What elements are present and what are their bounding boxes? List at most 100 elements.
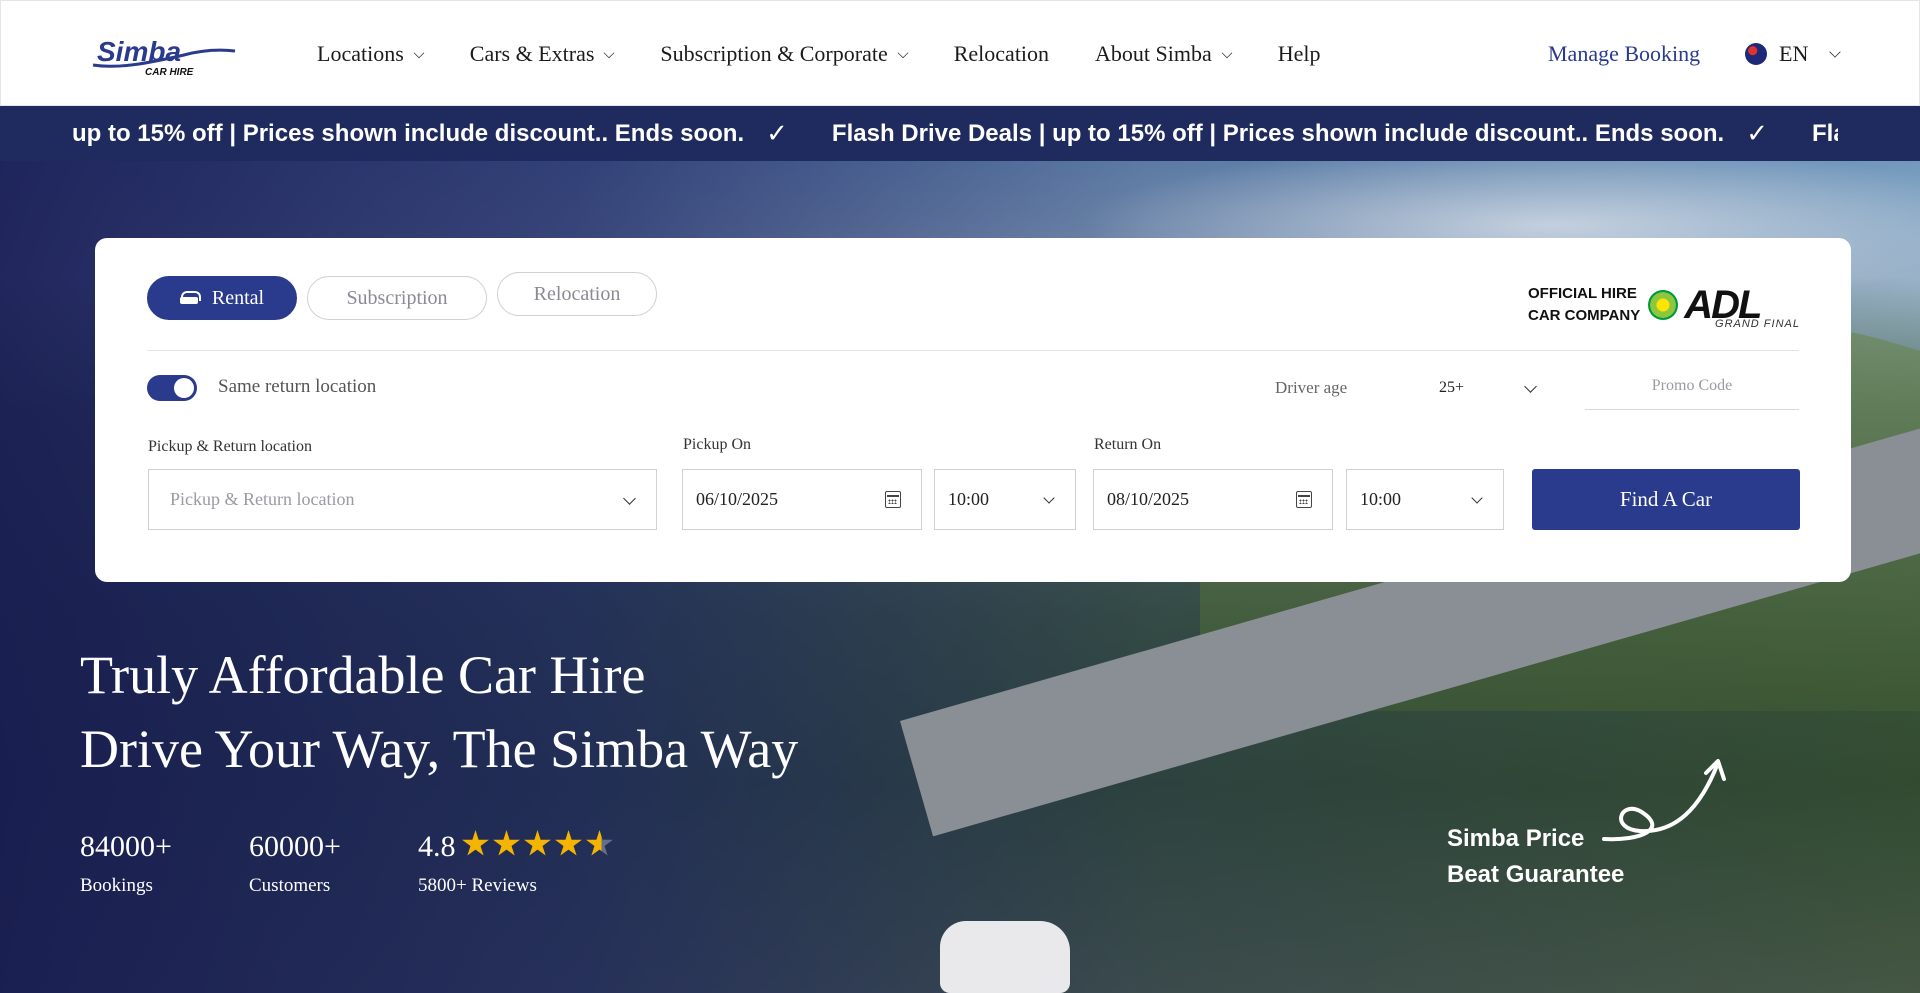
ticker-track: up to 15% off | Prices shown include dis… xyxy=(72,106,1838,161)
nav-relocation[interactable]: Relocation xyxy=(954,41,1049,67)
ticker-content: up to 15% off | Prices shown include dis… xyxy=(72,106,1838,161)
svg-text:CAR HIRE: CAR HIRE xyxy=(145,67,194,78)
manage-booking-link[interactable]: Manage Booking xyxy=(1548,41,1700,67)
rating-number: 4.8 xyxy=(418,830,456,863)
same-return-label: Same return location xyxy=(218,376,377,397)
driver-age-select[interactable]: 25+ xyxy=(1439,368,1549,408)
ticker-segment: up to 15% off | Prices shown include dis… xyxy=(72,119,745,147)
nav-about-simba[interactable]: About Simba xyxy=(1095,41,1233,67)
background-car xyxy=(940,921,1070,993)
main-nav: Locations Cars & Extras Subscription & C… xyxy=(317,1,1367,107)
nav-help[interactable]: Help xyxy=(1278,41,1321,67)
chevron-down-icon xyxy=(413,47,425,58)
booking-type-tabs: Rental Subscription Relocation xyxy=(147,272,667,320)
nav-locations[interactable]: Locations xyxy=(317,41,425,67)
stat-reviews-label: 5800+ Reviews xyxy=(418,875,537,896)
chevron-down-icon xyxy=(1221,47,1233,58)
bp-logo-icon xyxy=(1648,290,1679,320)
nav-cars-extras[interactable]: Cars & Extras xyxy=(470,41,615,67)
calendar-icon xyxy=(885,491,901,508)
adl-wordmark: ADL xyxy=(1684,283,1762,327)
toggle-knob xyxy=(174,378,194,398)
pickup-date-value: 06/10/2025 xyxy=(696,489,779,509)
sponsor-line-1: OFFICIAL HIRE xyxy=(1528,285,1637,302)
promo-code-input[interactable]: Promo Code xyxy=(1585,362,1799,410)
half-star-icon xyxy=(586,830,613,856)
return-time-select[interactable]: 10:00 xyxy=(1346,469,1504,530)
nav-locations-label: Locations xyxy=(317,41,404,66)
return-time-value: 10:00 xyxy=(1360,489,1402,509)
guarantee-line-1: Simba Price xyxy=(1447,825,1585,852)
tab-relocation[interactable]: Relocation xyxy=(497,272,657,316)
chevron-down-icon xyxy=(897,47,909,58)
pickup-time-select[interactable]: 10:00 xyxy=(934,469,1076,530)
stat-bookings: 84000+ Bookings xyxy=(80,829,172,897)
car-icon xyxy=(179,291,201,305)
pickup-return-location-select[interactable]: Pickup & Return location xyxy=(148,469,657,530)
hero-headline-2: Drive Your Way, The Simba Way xyxy=(80,719,799,779)
stat-bookings-label: Bookings xyxy=(80,875,153,896)
star-icon xyxy=(555,830,582,856)
sponsor-line-2: CAR COMPANY xyxy=(1528,307,1641,324)
ticker-segment: Flash Drive Deals | up to 15% off | Pric… xyxy=(1811,119,1838,147)
stat-customers-value: 60000+ xyxy=(249,830,341,863)
chevron-down-icon xyxy=(1471,492,1483,504)
return-label: Return On xyxy=(1094,436,1162,453)
guarantee-line-2: Beat Guarantee xyxy=(1447,861,1625,888)
nav-help-label: Help xyxy=(1277,41,1321,66)
check-icon: ✓ xyxy=(1746,118,1768,148)
stat-rating[interactable]: 4.8 5800+ Reviews xyxy=(418,829,617,897)
language-label: EN xyxy=(1779,41,1809,66)
tab-subscription-label: Subscription xyxy=(346,286,448,309)
hero-headline-1: Truly Affordable Car Hire xyxy=(80,645,646,705)
same-return-toggle[interactable] xyxy=(147,375,197,401)
pickup-date-input[interactable]: 06/10/2025 xyxy=(682,469,922,530)
location-placeholder: Pickup & Return location xyxy=(170,489,355,509)
australia-flag-icon xyxy=(1745,43,1767,65)
chevron-down-icon xyxy=(623,492,636,505)
tab-rental-label: Rental xyxy=(211,286,265,309)
nav-subscription-corporate[interactable]: Subscription & Corporate xyxy=(660,41,909,67)
stat-bookings-value: 84000+ xyxy=(80,830,172,863)
return-date-value: 08/10/2025 xyxy=(1107,489,1190,509)
pickup-time-value: 10:00 xyxy=(948,489,990,509)
price-beat-guarantee[interactable]: Simba Price Beat Guarantee xyxy=(1447,821,1624,893)
ticker-segment: Flash Drive Deals | up to 15% off | Pric… xyxy=(831,119,1725,147)
star-icon xyxy=(493,830,520,856)
location-label: Pickup & Return location xyxy=(148,438,312,455)
tab-subscription[interactable]: Subscription xyxy=(307,276,487,320)
pickup-label: Pickup On xyxy=(683,436,751,453)
chevron-down-icon xyxy=(1829,46,1841,58)
chevron-down-icon xyxy=(604,47,615,58)
rating-stars xyxy=(462,830,617,858)
chevron-down-icon xyxy=(1524,380,1537,393)
adl-sponsor-logo: OFFICIAL HIRE CAR COMPANY ADL GRAND FINA… xyxy=(1528,278,1800,332)
simba-logo[interactable]: Simba CAR HIRE xyxy=(89,35,239,79)
stat-customers: 60000+ Customers xyxy=(249,829,341,897)
check-icon: ✓ xyxy=(766,118,788,148)
grand-final-text: GRAND FINAL xyxy=(1715,318,1800,330)
promo-ticker: up to 15% off | Prices shown include dis… xyxy=(0,106,1920,161)
sponsor-text: OFFICIAL HIRE CAR COMPANY xyxy=(1528,283,1640,327)
calendar-icon xyxy=(1296,491,1312,508)
nav-subscription-label: Subscription & Corporate xyxy=(660,41,888,66)
star-icon xyxy=(462,830,489,856)
driver-age-label: Driver age xyxy=(1275,378,1348,397)
svg-text:Simba: Simba xyxy=(97,36,181,67)
search-card: Rental Subscription Relocation OFFICIAL … xyxy=(95,238,1851,582)
stat-customers-label: Customers xyxy=(249,875,331,896)
card-divider xyxy=(147,350,1799,351)
find-a-car-button[interactable]: Find A Car xyxy=(1532,469,1800,530)
language-selector[interactable]: EN xyxy=(1745,41,1841,67)
nav-cars-extras-label: Cars & Extras xyxy=(469,41,595,66)
site-header: Simba CAR HIRE Locations Cars & Extras S… xyxy=(0,0,1920,106)
star-icon xyxy=(524,830,551,856)
tab-rental[interactable]: Rental xyxy=(147,276,297,320)
driver-age-value: 25+ xyxy=(1439,379,1465,396)
chevron-down-icon xyxy=(1043,492,1055,504)
stat-rating-value: 4.8 xyxy=(418,829,617,865)
tab-relocation-label: Relocation xyxy=(533,282,621,305)
nav-about-label: About Simba xyxy=(1095,41,1212,66)
nav-relocation-label: Relocation xyxy=(953,41,1050,66)
return-date-input[interactable]: 08/10/2025 xyxy=(1093,469,1333,530)
